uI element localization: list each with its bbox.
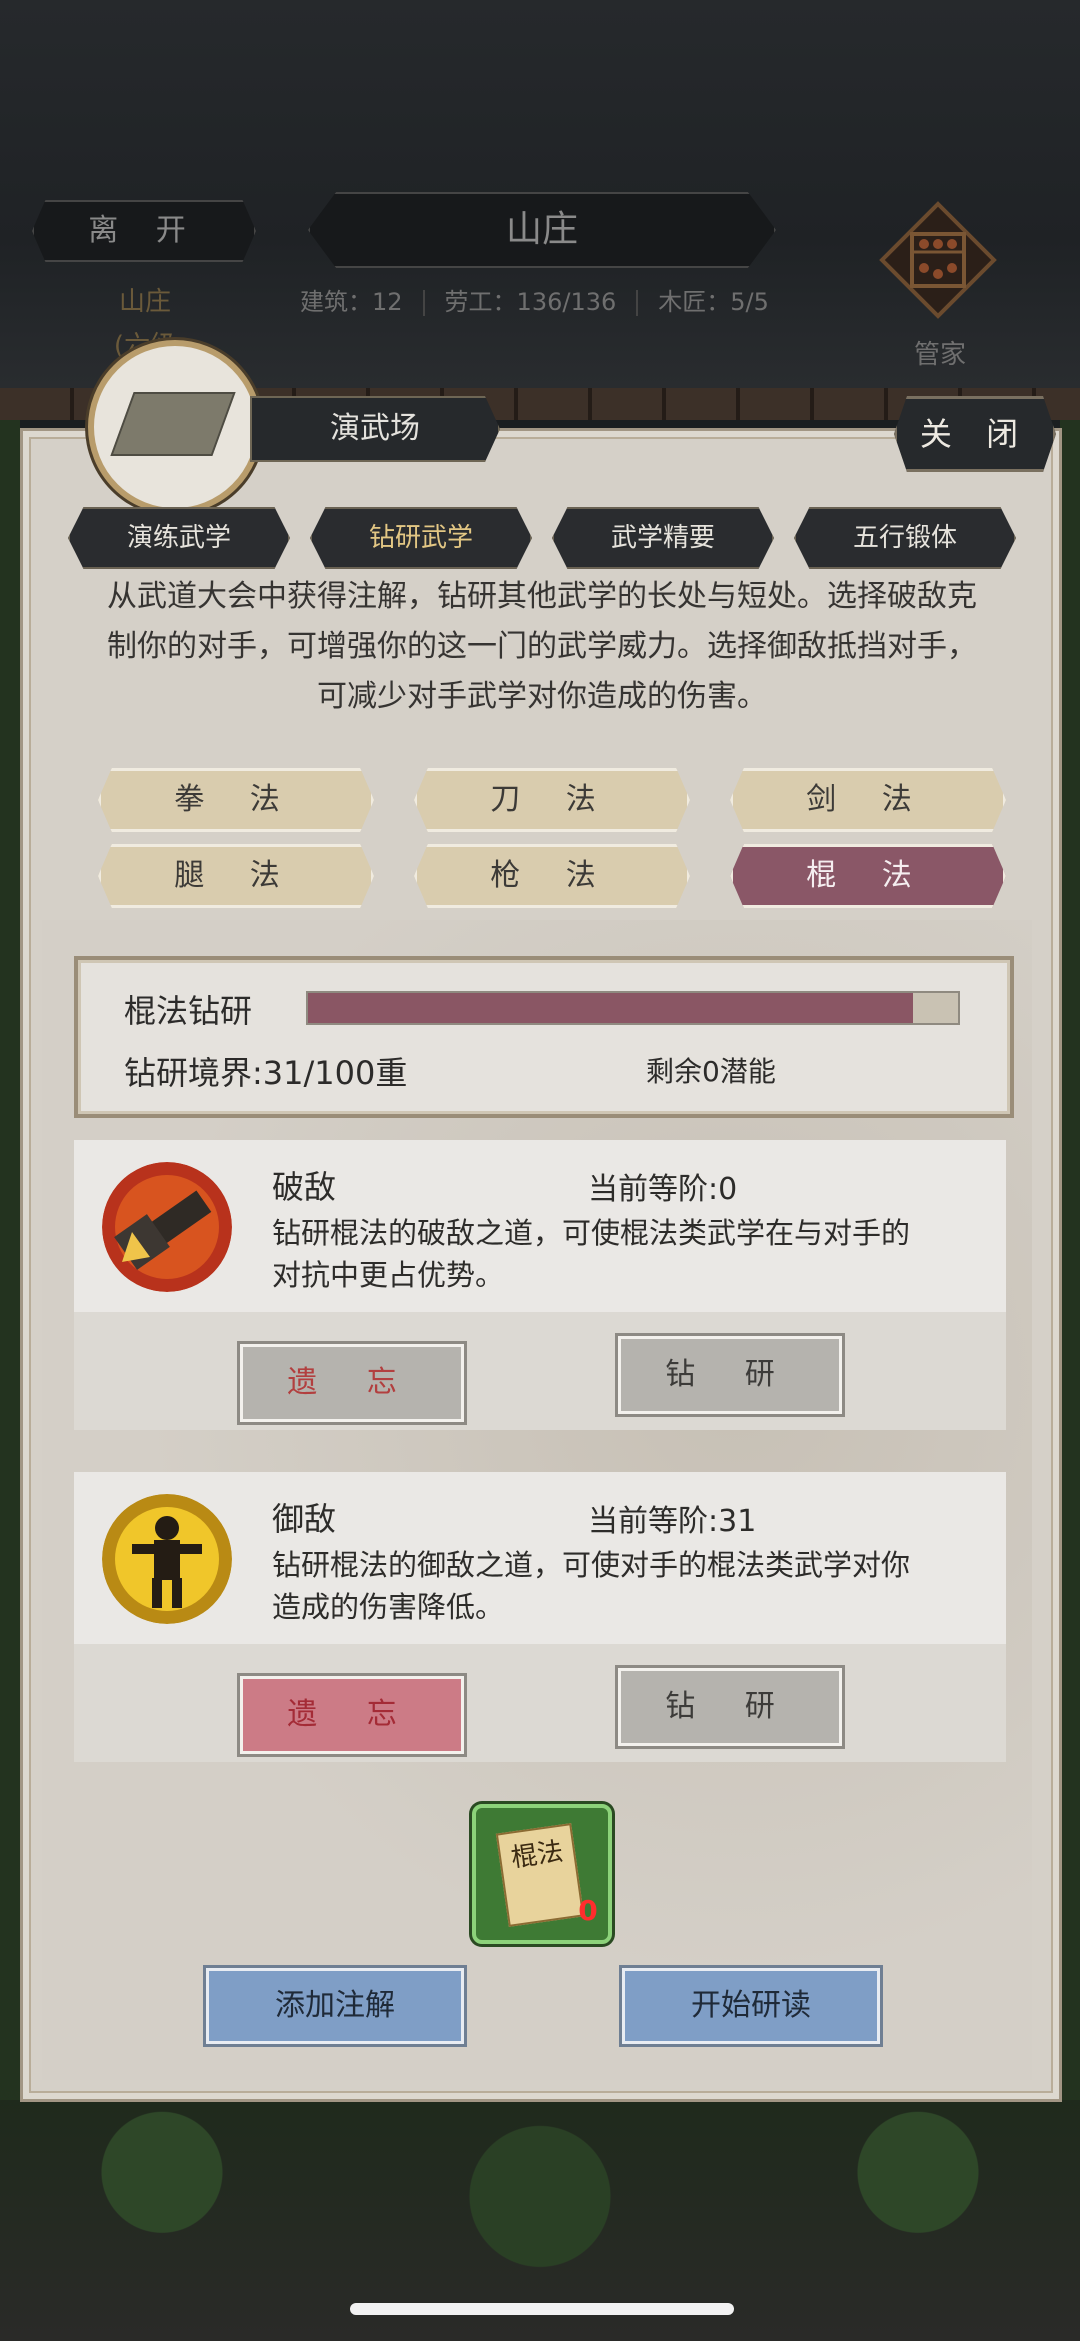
abacus-icon[interactable] xyxy=(878,200,998,320)
garden-right xyxy=(1060,420,1080,2120)
forget-button[interactable]: 遗 忘 xyxy=(240,1676,464,1754)
laborers-stat: 劳工：136/136 xyxy=(444,288,617,316)
carpenters-stat: 木匠：5/5 xyxy=(658,288,769,316)
tab-practice[interactable]: 演练武学 xyxy=(68,507,290,569)
skill-description: 钻研棍法的御敌之道，可使对手的棍法类武学对你造成的伤害降低。 xyxy=(272,1548,911,1624)
add-annotation-button[interactable]: 添加注解 xyxy=(206,1968,464,2044)
training-ground-thumbnail xyxy=(88,340,262,514)
forget-button[interactable]: 遗 忘 xyxy=(240,1344,464,1422)
tab-five-elements[interactable]: 五行锻体 xyxy=(794,507,1016,569)
close-button[interactable]: 关 闭 xyxy=(894,396,1056,472)
study-button[interactable]: 钻 研 xyxy=(618,1336,842,1414)
category-blade[interactable]: 刀 法 xyxy=(414,768,690,832)
skill-card-offense: 破敌 当前等阶:0 钻研棍法的破敌之道，可使棍法类武学在与对手的对抗中更占优势。… xyxy=(74,1140,1006,1430)
estate-side-name: 山庄 xyxy=(118,287,171,317)
category-sword[interactable]: 剑 法 xyxy=(730,768,1006,832)
category-leg[interactable]: 腿 法 xyxy=(98,844,374,908)
skill-card-defense: 御敌 当前等阶:31 钻研棍法的御敌之道，可使对手的棍法类武学对你造成的伤害降低… xyxy=(74,1472,1006,1762)
category-spear[interactable]: 枪 法 xyxy=(414,844,690,908)
garden-left xyxy=(0,420,20,2120)
category-staff[interactable]: 棍 法 xyxy=(730,844,1006,908)
tab-essentials[interactable]: 武学精要 xyxy=(552,507,774,569)
remaining-potential: 剩余0潜能 xyxy=(646,1055,776,1088)
home-indicator[interactable] xyxy=(350,2303,734,2315)
spiked-club-icon xyxy=(102,1162,232,1292)
skill-level: 当前等阶:31 xyxy=(588,1504,757,1539)
item-count: 0 xyxy=(578,1894,598,1927)
progress-bar-fill xyxy=(308,993,913,1023)
skill-name: 破敌 xyxy=(272,1168,337,1206)
estate-title: 山庄 xyxy=(308,192,776,268)
book-icon: 棍法 xyxy=(495,1823,585,1927)
venue-title: 演武场 xyxy=(250,396,500,462)
study-description: 从武道大会中获得注解，钻研其他武学的长处与短处。选择破敌克制你的对手，可增强你的… xyxy=(107,579,977,714)
progress-bar xyxy=(306,991,960,1025)
study-button[interactable]: 钻 研 xyxy=(618,1668,842,1746)
category-fist[interactable]: 拳 法 xyxy=(98,768,374,832)
estate-stats: 建筑：12 劳工：136/136 木匠：5/5 xyxy=(300,282,800,322)
staff-annotation-item[interactable]: 棍法 0 xyxy=(472,1804,612,1944)
skill-name: 御敌 xyxy=(272,1500,337,1538)
skill-description: 钻研棍法的破敌之道，可使棍法类武学在与对手的对抗中更占优势。 xyxy=(272,1216,911,1292)
defender-icon xyxy=(102,1494,232,1624)
progress-label: 棍法钻研 xyxy=(124,992,253,1030)
skill-level: 当前等阶:0 xyxy=(588,1172,738,1207)
steward-label: 管家 xyxy=(913,340,966,370)
leave-button[interactable]: 离 开 xyxy=(32,200,256,262)
book-title: 棍法 xyxy=(509,1836,566,1874)
tab-study[interactable]: 钻研武学 xyxy=(310,507,532,569)
start-reading-button[interactable]: 开始研读 xyxy=(622,1968,880,2044)
study-realm: 钻研境界:31/100重 xyxy=(124,1054,408,1092)
buildings-stat: 建筑：12 xyxy=(300,288,403,316)
